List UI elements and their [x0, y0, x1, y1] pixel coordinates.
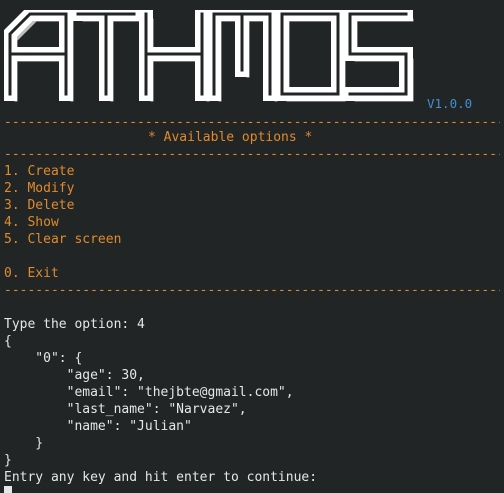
menu-title: * Available options * [148, 130, 313, 145]
output-line: "age": 30, [4, 368, 145, 383]
terminal-window[interactable]: V1.0.0 ---------------------------------… [0, 0, 504, 493]
menu-divider-bottom: ----------------------------------------… [4, 283, 500, 298]
output-line: "name": "Julian" [4, 419, 192, 434]
menu-option-modify: 2. Modify [4, 181, 75, 196]
menu-option-show: 4. Show [4, 215, 59, 230]
continue-prompt: Entry any key and hit enter to continue: [4, 470, 318, 485]
terminal-cursor[interactable] [4, 486, 12, 493]
output-line: } [4, 453, 12, 468]
athmos-logo [4, 10, 414, 102]
output-line: "0": { [4, 351, 83, 366]
output-line: "email": "thejbte@gmail.com", [4, 385, 294, 400]
logo-letter-stroke [280, 12, 340, 96]
version-label: V1.0.0 [427, 96, 473, 111]
output-line: "last_name": "Narvaez", [4, 402, 247, 417]
output-line: } [4, 436, 44, 451]
menu-option-delete: 3. Delete [4, 198, 75, 213]
option-prompt: Type the option: 4 [4, 317, 145, 332]
menu-divider-title: ----------------------------------------… [4, 147, 500, 162]
output-line: { [4, 334, 12, 349]
logo-letter-stroke [348, 12, 408, 96]
menu-option-exit: 0. Exit [4, 266, 59, 281]
menu-option-clear-screen: 5. Clear screen [4, 232, 122, 247]
menu-option-create: 1. Create [4, 164, 75, 179]
logo-letter-stroke [275, 10, 345, 101]
